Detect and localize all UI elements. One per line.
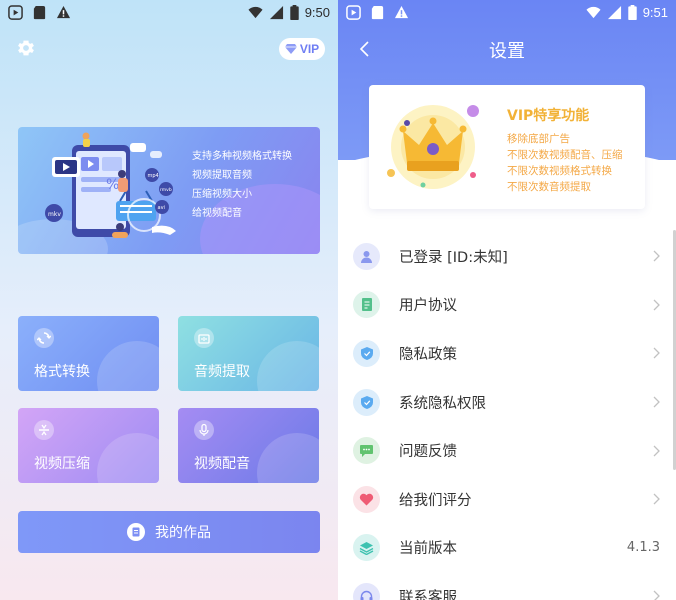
tile-label-dubbing: 视频配音 [194, 456, 250, 472]
document-icon [127, 523, 145, 541]
feature-banner[interactable]: % mkv mp4 rmvb avi 支持多种视频格式转换 视频提取音频 压缩视… [18, 127, 320, 254]
settings-row-contact[interactable]: 联系客服 [338, 572, 676, 600]
layers-icon [353, 534, 380, 562]
settings-row-label: 问题反馈 [399, 444, 457, 461]
convert-icon [34, 328, 54, 348]
settings-row-system-permissions[interactable]: 系统隐私权限 [338, 378, 676, 427]
settings-row-login[interactable]: 已登录 [ID:未知] [338, 232, 676, 281]
vip-card-title: VIP特享功能 [507, 108, 590, 124]
settings-row-label: 当前版本 [399, 541, 457, 558]
settings-row-label: 隐私政策 [399, 346, 457, 363]
banner-line-1: 支持多种视频格式转换 [192, 151, 292, 162]
chevron-right-icon [653, 250, 660, 262]
diamond-icon [284, 44, 297, 54]
gear-icon[interactable] [16, 38, 36, 58]
tag-mkv: mkv [48, 211, 61, 218]
tile-label-compress: 视频压缩 [34, 456, 90, 472]
vip-benefit-2: 不限次数视频配音、压缩 [507, 149, 623, 161]
chat-icon [353, 437, 380, 465]
format-convert-tile[interactable]: 格式转换 [18, 316, 159, 391]
settings-row-label: 系统隐私权限 [399, 395, 486, 412]
clock: 9:50 [304, 4, 330, 20]
vip-label: VIP [299, 42, 320, 56]
settings-row-label: 已登录 [ID:未知] [399, 249, 508, 266]
vip-benefits: 移除底部广告 不限次数视频配音、压缩 不限次数视频格式转换 不限次数音频提取 [507, 133, 623, 194]
media-play-icon [346, 4, 361, 20]
crown-icon [387, 105, 479, 189]
svg-text:%: % [106, 177, 119, 193]
tag-mp4: mp4 [148, 173, 159, 179]
vip-benefit-1: 移除底部广告 [507, 133, 570, 145]
video-dubbing-tile[interactable]: 视频配音 [178, 408, 319, 483]
status-bar-right: 9:51 [338, 0, 676, 24]
wifi-icon [586, 6, 601, 18]
settings-row-label: 用户协议 [399, 298, 457, 315]
video-compress-tile[interactable]: 视频压缩 [18, 408, 159, 483]
warning-icon [56, 5, 71, 18]
vip-features-card[interactable]: VIP特享功能 移除底部广告 不限次数视频配音、压缩 不限次数视频格式转换 不限… [369, 85, 645, 209]
banner-text: 支持多种视频格式转换 视频提取音频 压缩视频大小 给视频配音 [192, 150, 292, 220]
settings-row-agreement[interactable]: 用户协议 [338, 281, 676, 330]
tag-avi: avi [158, 205, 165, 211]
signal-icon [607, 5, 621, 19]
vip-button[interactable]: VIP [279, 38, 325, 60]
banner-line-2: 视频提取音频 [192, 170, 252, 181]
banner-line-4: 给视频配音 [192, 208, 242, 219]
user-icon [353, 242, 380, 270]
clock: 9:51 [642, 4, 668, 20]
signal-icon [269, 5, 283, 19]
settings-row-rate[interactable]: 给我们评分 [338, 475, 676, 524]
heart-icon [353, 485, 380, 513]
headset-icon [353, 582, 380, 600]
chevron-right-icon [653, 590, 660, 600]
compress-icon [34, 420, 54, 440]
my-works-label: 我的作品 [155, 525, 211, 541]
sd-card-icon [33, 5, 46, 19]
sd-card-icon [371, 5, 384, 19]
shield-check-icon [353, 388, 380, 416]
settings-row-version[interactable]: 当前版本 4.1.3 [338, 524, 676, 573]
settings-row-feedback[interactable]: 问题反馈 [338, 426, 676, 475]
warning-icon [394, 5, 409, 18]
chevron-right-icon [653, 348, 660, 359]
chevron-right-icon [653, 493, 660, 505]
page-title: 设置 [489, 41, 525, 62]
chevron-right-icon [653, 396, 660, 408]
tile-label-convert: 格式转换 [34, 364, 90, 380]
settings-row-label: 联系客服 [399, 589, 457, 600]
microphone-icon [194, 420, 214, 440]
status-bar: 9:50 [0, 0, 338, 24]
banner-illustration: % mkv mp4 rmvb avi [45, 132, 176, 238]
home-screen: 9:50 VIP % mkv mp4 rmvb avi 支持多种视频格式转换 视… [0, 0, 338, 600]
settings-list: 已登录 [ID:未知] 用户协议 隐私政策 系统隐私权限 问题反馈 给我们评分 … [338, 232, 676, 600]
chevron-right-icon [653, 299, 660, 311]
audio-extract-tile[interactable]: 音频提取 [178, 316, 319, 391]
shield-icon [353, 339, 380, 367]
banner-line-3: 压缩视频大小 [192, 189, 252, 200]
vip-benefit-4: 不限次数音频提取 [507, 181, 591, 193]
version-value: 4.1.3 [626, 540, 660, 556]
chevron-right-icon [653, 445, 660, 457]
battery-icon [627, 4, 637, 20]
battery-icon [289, 4, 299, 20]
tile-label-audio: 音频提取 [194, 364, 250, 380]
settings-row-privacy[interactable]: 隐私政策 [338, 329, 676, 378]
my-works-button[interactable]: 我的作品 [18, 511, 320, 553]
audio-icon [194, 328, 214, 348]
agreement-icon [353, 291, 380, 319]
tag-rmvb: rmvb [160, 187, 172, 193]
media-play-icon [8, 4, 23, 20]
settings-screen: 9:51 设置 VIP特享功能 移除底部广告 不限次数视频配音、压缩 不限次数视… [338, 0, 676, 600]
vip-benefit-3: 不限次数视频格式转换 [507, 165, 612, 177]
settings-row-label: 给我们评分 [399, 492, 472, 509]
wifi-icon [248, 6, 263, 18]
